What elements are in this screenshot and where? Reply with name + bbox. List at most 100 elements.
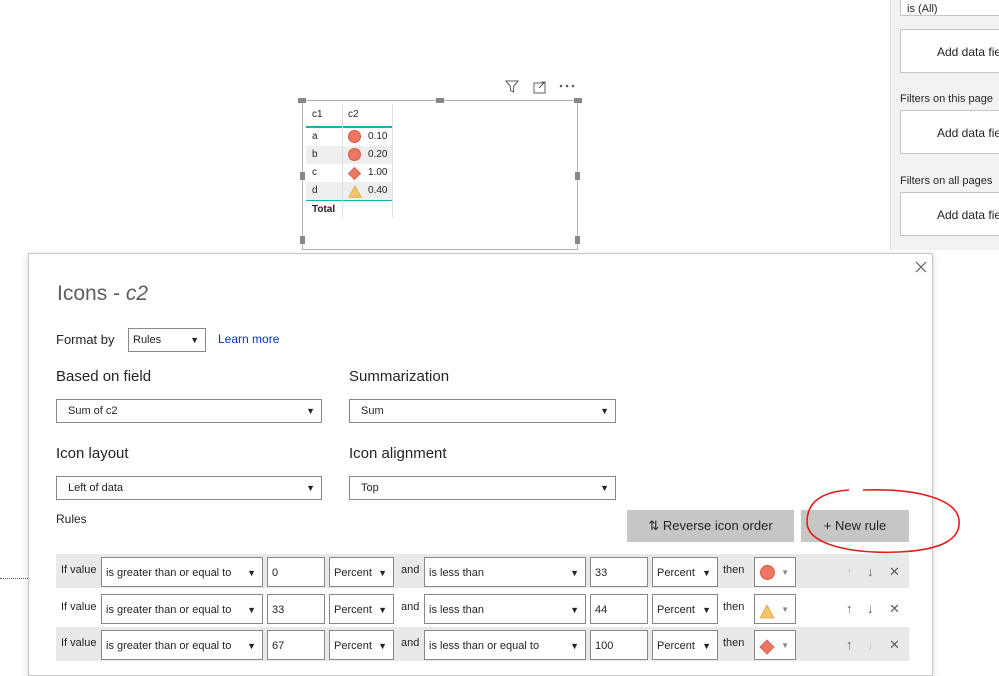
- rule-value: 100: [595, 640, 614, 652]
- icon-alignment-label: Icon alignment: [349, 445, 447, 462]
- format-by-label: Format by: [56, 332, 115, 347]
- table-header-row: c1 c2: [306, 106, 392, 128]
- move-up-icon[interactable]: ↑: [846, 637, 853, 652]
- rule-value-input-2[interactable]: 33: [590, 557, 648, 587]
- chevron-down-icon: ▼: [378, 568, 387, 578]
- rule-value-input[interactable]: 0: [267, 557, 325, 587]
- icon-picker[interactable]: ▼: [754, 557, 796, 587]
- icon-layout-value: Left of data: [68, 482, 124, 494]
- if-value-label: If value: [61, 601, 97, 613]
- summarization-label: Summarization: [349, 368, 450, 385]
- move-up-icon[interactable]: ↑: [846, 564, 853, 579]
- column-header-c1[interactable]: c1: [312, 106, 323, 124]
- rule-operator-select-2[interactable]: is less than ▼: [424, 594, 586, 624]
- then-label: then: [723, 564, 745, 576]
- chevron-down-icon: ▼: [306, 406, 315, 416]
- delete-rule-icon[interactable]: ✕: [889, 564, 900, 580]
- rule-operator-select-2[interactable]: is less than ▼: [424, 557, 586, 587]
- diamond-icon: [759, 637, 775, 667]
- chevron-down-icon: ▼: [781, 641, 789, 650]
- move-down-icon[interactable]: ↓: [867, 637, 874, 652]
- unit-value: Percent: [334, 567, 372, 579]
- chevron-down-icon: ▼: [378, 605, 387, 615]
- resize-handle[interactable]: [574, 98, 582, 103]
- and-label: and: [401, 601, 420, 613]
- based-on-field-select[interactable]: Sum of c2 ▼: [56, 399, 322, 423]
- table-row: a 0.10: [306, 128, 392, 146]
- rule-operator-select-2[interactable]: is less than or equal to ▼: [424, 630, 586, 660]
- move-down-icon[interactable]: ↓: [867, 564, 874, 579]
- rule-unit-select-2[interactable]: Percent ▼: [652, 594, 718, 624]
- format-by-select[interactable]: Rules ▼: [128, 328, 206, 352]
- rule-unit-select[interactable]: Percent ▼: [329, 630, 394, 660]
- delete-rule-icon[interactable]: ✕: [889, 601, 900, 617]
- close-icon[interactable]: [915, 260, 927, 278]
- move-up-icon[interactable]: ↑: [846, 601, 853, 616]
- circle-icon: [348, 130, 361, 143]
- chevron-down-icon: ▼: [702, 605, 711, 615]
- resize-handle[interactable]: [575, 236, 580, 244]
- resize-handle[interactable]: [298, 98, 306, 103]
- icons-dialog: Icons - c2 Format by Rules ▼ Learn more …: [28, 253, 960, 676]
- table-row: d 0.40: [306, 182, 392, 201]
- resize-handle[interactable]: [300, 236, 305, 244]
- icon-layout-select[interactable]: Left of data ▼: [56, 476, 322, 500]
- chevron-down-icon: ▼: [702, 568, 711, 578]
- rule-value-input[interactable]: 67: [267, 630, 325, 660]
- cell-c2: 0.20: [368, 149, 388, 160]
- rule-operator-select[interactable]: is greater than or equal to ▼: [101, 630, 263, 660]
- rule-value: 44: [595, 604, 608, 616]
- rule-unit-select[interactable]: Percent ▼: [329, 557, 394, 587]
- and-label: and: [401, 564, 420, 576]
- then-label: then: [723, 601, 745, 613]
- icon-picker[interactable]: ▼: [754, 630, 796, 660]
- filter-icon[interactable]: [504, 80, 520, 96]
- rule-unit-select-2[interactable]: Percent ▼: [652, 557, 718, 587]
- if-value-label: If value: [61, 564, 97, 576]
- annotation-circle: [806, 488, 960, 554]
- add-data-fields-visual[interactable]: Add data fields: [900, 29, 999, 73]
- summarization-select[interactable]: Sum ▼: [349, 399, 616, 423]
- learn-more-link[interactable]: Learn more: [218, 332, 279, 346]
- based-on-field-label: Based on field: [56, 368, 152, 385]
- move-down-icon[interactable]: ↓: [867, 601, 874, 616]
- chevron-down-icon: ▼: [781, 605, 789, 614]
- rule-unit-select[interactable]: Percent ▼: [329, 594, 394, 624]
- add-data-fields-page[interactable]: Add data fields: [900, 110, 999, 154]
- delete-rule-icon[interactable]: ✕: [889, 637, 900, 653]
- circle-icon: [348, 148, 361, 161]
- rules-label: Rules: [56, 512, 87, 526]
- focus-mode-icon[interactable]: [533, 81, 547, 97]
- format-by-value: Rules: [133, 334, 162, 346]
- chevron-down-icon: ▼: [247, 605, 256, 615]
- circle-icon: [760, 565, 775, 580]
- rule-value-input[interactable]: 33: [267, 594, 325, 624]
- unit-value: Percent: [657, 640, 695, 652]
- icon-alignment-select[interactable]: Top ▼: [349, 476, 616, 500]
- resize-handle[interactable]: [575, 172, 580, 180]
- filter-pane: is (All) Add data fields Filters on this…: [890, 0, 999, 250]
- resize-handle[interactable]: [300, 172, 305, 180]
- filter-value-box[interactable]: is (All): [900, 0, 999, 16]
- rule-operator-select[interactable]: is greater than or equal to ▼: [101, 594, 263, 624]
- chevron-down-icon: ▼: [247, 568, 256, 578]
- cell-c2: 1.00: [368, 167, 388, 178]
- rule-operator-select[interactable]: is greater than or equal to ▼: [101, 557, 263, 587]
- if-value-label: If value: [61, 637, 97, 649]
- rule-value: 33: [595, 567, 608, 579]
- rule-value-input-2[interactable]: 100: [590, 630, 648, 660]
- reverse-icon-order-button[interactable]: ⇅ Reverse icon order: [627, 510, 794, 542]
- table-row: c 1.00: [306, 164, 392, 182]
- resize-handle[interactable]: [436, 98, 444, 103]
- icon-picker[interactable]: ▼: [754, 594, 796, 624]
- column-divider: [342, 104, 343, 218]
- diamond-icon: [347, 166, 362, 181]
- add-data-fields-all-pages[interactable]: Add data fields: [900, 192, 999, 236]
- chevron-down-icon: ▼: [781, 568, 789, 577]
- icon-layout-label: Icon layout: [56, 445, 129, 462]
- filters-on-all-pages-label: Filters on all pages: [900, 175, 993, 187]
- column-header-c2[interactable]: c2: [348, 106, 359, 124]
- more-options-icon[interactable]: [558, 79, 576, 94]
- rule-value-input-2[interactable]: 44: [590, 594, 648, 624]
- rule-unit-select-2[interactable]: Percent ▼: [652, 630, 718, 660]
